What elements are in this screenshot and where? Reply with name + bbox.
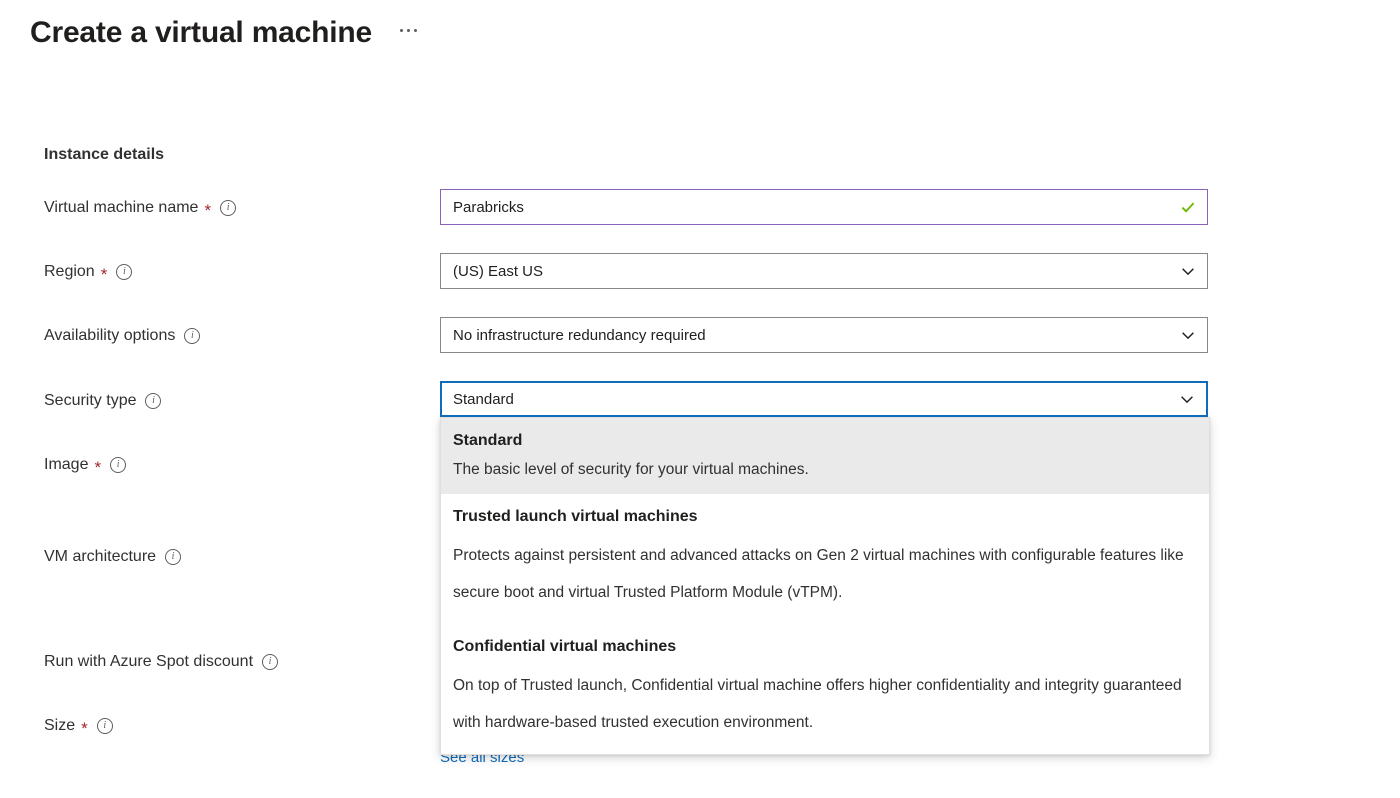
check-icon — [1179, 198, 1197, 216]
required-asterisk: * — [94, 459, 101, 476]
info-circle-icon[interactable]: i — [145, 393, 161, 409]
option-description: Protects against persistent and advanced… — [453, 537, 1195, 611]
label-text: Availability options — [44, 325, 175, 347]
field-label-vm-architecture: VM architecture i — [44, 546, 181, 568]
label-text: Security type — [44, 390, 136, 412]
option-title: Standard — [453, 429, 1195, 453]
field-label-region: Region * i — [44, 261, 132, 283]
page-header: Create a virtual machine — [30, 14, 421, 52]
page-title: Create a virtual machine — [30, 14, 372, 52]
ellipsis-icon[interactable] — [396, 23, 421, 38]
label-text: Size — [44, 715, 75, 737]
field-label-virtual-machine-name: Virtual machine name * i — [44, 197, 236, 219]
section-heading-instance-details: Instance details — [44, 146, 164, 164]
create-vm-page: Create a virtual machine Instance detail… — [0, 0, 1400, 798]
required-asterisk: * — [204, 202, 211, 219]
ellipsis-dot-1 — [400, 29, 403, 32]
required-asterisk: * — [81, 720, 88, 737]
field-label-availability-options: Availability options i — [44, 325, 200, 347]
dropdown-option-trusted-launch-virtual-machines[interactable]: Trusted launch virtual machines Protects… — [441, 494, 1209, 624]
label-text: Run with Azure Spot discount — [44, 651, 253, 673]
dropdown-option-standard[interactable]: Standard The basic level of security for… — [441, 418, 1209, 494]
dropdown-option-confidential-virtual-machines[interactable]: Confidential virtual machines On top of … — [441, 624, 1209, 754]
chevron-down-icon — [1179, 326, 1197, 344]
label-text: Region — [44, 261, 95, 283]
info-circle-icon[interactable]: i — [116, 264, 132, 280]
required-asterisk: * — [101, 266, 108, 283]
info-circle-icon[interactable]: i — [262, 654, 278, 670]
virtual-machine-name-input[interactable]: Parabricks — [440, 189, 1208, 225]
input-value: Parabricks — [453, 199, 1173, 216]
field-label-run-with-azure-spot-discount: Run with Azure Spot discount i — [44, 651, 278, 673]
info-circle-icon[interactable]: i — [220, 200, 236, 216]
option-title: Confidential virtual machines — [453, 635, 1195, 659]
label-text: VM architecture — [44, 546, 156, 568]
dropdown-value: No infrastructure redundancy required — [453, 327, 1173, 344]
option-description: On top of Trusted launch, Confidential v… — [453, 667, 1195, 741]
option-title: Trusted launch virtual machines — [453, 505, 1195, 529]
ellipsis-dot-2 — [407, 29, 410, 32]
dropdown-value: Standard — [453, 391, 1172, 408]
info-circle-icon[interactable]: i — [184, 328, 200, 344]
dropdown-value: (US) East US — [453, 263, 1173, 280]
info-circle-icon[interactable]: i — [165, 549, 181, 565]
info-circle-icon[interactable]: i — [110, 457, 126, 473]
availability-options-dropdown[interactable]: No infrastructure redundancy required — [440, 317, 1208, 353]
ellipsis-dot-3 — [414, 29, 417, 32]
security-type-dropdown-list: Standard The basic level of security for… — [440, 417, 1210, 755]
chevron-down-icon — [1178, 390, 1196, 408]
field-label-security-type: Security type i — [44, 390, 161, 412]
label-text: Virtual machine name — [44, 197, 198, 219]
label-text: Image — [44, 454, 88, 476]
option-description: The basic level of security for your vir… — [453, 459, 1195, 481]
field-label-image: Image * i — [44, 454, 126, 476]
info-circle-icon[interactable]: i — [97, 718, 113, 734]
security-type-dropdown[interactable]: Standard — [440, 381, 1208, 417]
field-label-size: Size * i — [44, 715, 113, 737]
chevron-down-icon — [1179, 262, 1197, 280]
region-dropdown[interactable]: (US) East US — [440, 253, 1208, 289]
